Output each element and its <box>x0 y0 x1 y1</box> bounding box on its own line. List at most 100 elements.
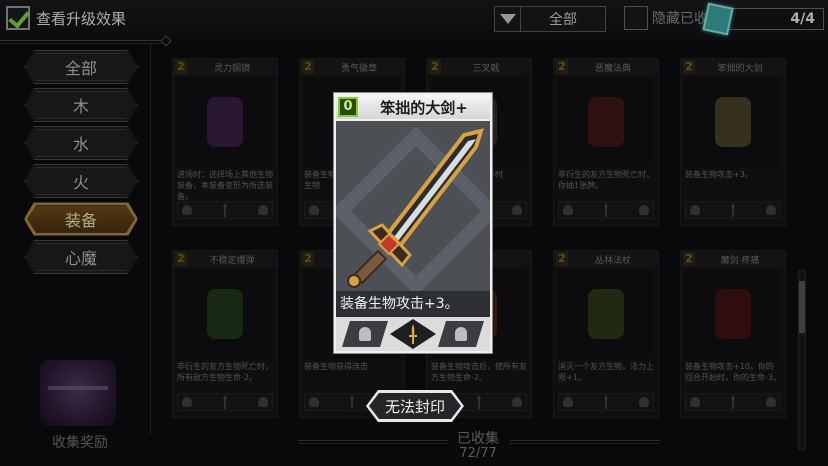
tab-label: 心魔 <box>64 249 97 268</box>
tab-water[interactable]: 水 <box>24 126 138 160</box>
card-tags <box>558 201 654 219</box>
card-name: 丛林法杖 <box>594 255 631 266</box>
detail-tags <box>336 317 490 351</box>
dagger-icon <box>731 203 735 217</box>
helmet-icon <box>342 321 388 347</box>
helmet-icon <box>309 205 319 215</box>
card-cost: 2 <box>683 60 695 74</box>
collected-count: 72/77 <box>459 446 497 461</box>
collection-card[interactable]: 2 灵力铜镜进场时：选择场上其他生物装备，本装备变形为所选装备。 <box>172 58 278 226</box>
hide-collected-toggle[interactable]: 隐藏已收 <box>624 6 708 30</box>
card-cost: 2 <box>175 252 187 266</box>
helmet-icon <box>258 397 268 407</box>
card-header: 2 三叉戟 <box>427 59 531 75</box>
helmet-icon <box>563 397 573 407</box>
card-art <box>558 77 654 167</box>
card-art <box>685 269 781 359</box>
card-cost: 2 <box>302 252 314 266</box>
card-art <box>685 77 781 167</box>
show-upgrade-toggle[interactable]: 查看升级效果 <box>6 6 126 30</box>
dagger-icon <box>477 395 481 409</box>
gem-icon <box>702 2 734 36</box>
helmet-icon <box>639 397 649 407</box>
card-art-icon <box>715 97 751 147</box>
card-description: 装备生物攻击+3。 <box>685 170 753 179</box>
dagger-icon <box>350 395 354 409</box>
dropdown-arrow-icon <box>495 7 521 31</box>
card-tags <box>558 393 654 411</box>
tab-inner-demon[interactable]: 心魔 <box>24 240 138 274</box>
top-divider <box>0 40 166 44</box>
hide-collected-label: 隐藏已收 <box>652 11 708 27</box>
tab-fire[interactable]: 火 <box>24 164 138 198</box>
card-art-icon <box>715 289 751 339</box>
helmet-icon <box>766 397 776 407</box>
card-cost: 2 <box>556 252 568 266</box>
card-detail[interactable]: 0 笨拙的大剑+ 装备生物攻击+3。 <box>333 92 493 354</box>
tab-equipment[interactable]: 装备 <box>24 202 138 236</box>
collection-card[interactable]: 2 丛林法杖消灭一个友方生物，法力上限+1。 <box>553 250 659 418</box>
card-art-icon <box>588 289 624 339</box>
tab-all[interactable]: 全部 <box>24 50 138 84</box>
top-bar: 查看升级效果 全部 隐藏已收 4/4 <box>0 0 828 40</box>
card-header: 2 勇气徽章 <box>300 59 404 75</box>
card-cost: 2 <box>302 60 314 74</box>
collected-label: 已收集 <box>457 431 499 447</box>
tab-wood[interactable]: 木 <box>24 88 138 122</box>
card-name: 魔剑·疼痛 <box>720 255 760 266</box>
card-name: 不稳定爆弹 <box>209 255 255 266</box>
card-tags <box>177 201 273 219</box>
card-description: 非衍生的友方生物死亡时，你抽1张牌。 <box>558 170 654 190</box>
card-name: 笨拙的大剑 <box>717 63 763 74</box>
category-tabs: 全部 木 水 火 装备 心魔 <box>24 50 140 278</box>
card-art-icon <box>207 97 243 147</box>
seal-button[interactable]: 无法封印 <box>366 390 464 422</box>
card-art <box>177 77 273 167</box>
tab-label: 装备 <box>64 211 97 230</box>
collection-card[interactable]: 2 恶魔法典 非衍生的友方生物死亡时，你抽1张牌。 <box>553 58 659 226</box>
scrollbar[interactable] <box>798 270 806 450</box>
helmet-icon <box>438 321 484 347</box>
card-name: 灵力铜镜 <box>213 63 250 74</box>
card-cost: 2 <box>683 252 695 266</box>
filter-dropdown[interactable]: 全部 <box>494 6 606 32</box>
card-header: 2 灵力铜镜 <box>173 59 277 75</box>
helmet-icon <box>309 397 319 407</box>
helmet-icon <box>563 205 573 215</box>
tab-label: 全部 <box>64 59 97 78</box>
card-cost: 2 <box>429 60 441 74</box>
detail-description: 装备生物攻击+3。 <box>336 291 490 317</box>
helmet-icon <box>690 397 700 407</box>
card-description: 非衍生的友方生物死亡时，所有敌方生物生命-2。 <box>177 362 273 382</box>
scroll-thumb[interactable] <box>799 281 805 333</box>
helmet-icon <box>258 205 268 215</box>
card-header: 2 笨拙的大剑 <box>681 59 785 75</box>
filter-value: 全部 <box>549 12 577 28</box>
helmet-icon <box>766 205 776 215</box>
tab-label: 木 <box>72 97 89 116</box>
collection-card[interactable]: 2 不稳定爆弹非衍生的友方生物死亡时，所有敌方生物生命-2。 <box>172 250 278 418</box>
reward-label: 收集奖励 <box>52 435 108 451</box>
upgrade-counter: 4/4 <box>702 2 824 36</box>
card-art <box>558 269 654 359</box>
detail-header: 0 笨拙的大剑+ <box>336 95 490 119</box>
show-upgrade-checkbox[interactable] <box>6 6 30 30</box>
detail-cost: 0 <box>338 97 358 117</box>
card-description: 装备生物攻击+10。你的回合开始时，你的生命-3。 <box>685 362 781 382</box>
greatsword-icon <box>347 128 484 288</box>
pager-line-left <box>298 440 448 444</box>
card-description: 消灭一个友方生物，法力上限+1。 <box>558 362 654 382</box>
collection-card[interactable]: 2 魔剑·疼痛装备生物攻击+10。你的回合开始时，你的生命-3。 <box>680 250 786 418</box>
card-name: 勇气徽章 <box>340 63 377 74</box>
dagger-icon <box>390 319 436 349</box>
reward-chest-icon[interactable] <box>40 360 116 426</box>
card-cost: 2 <box>175 60 187 74</box>
helmet-icon <box>182 397 192 407</box>
tab-label: 火 <box>72 173 89 192</box>
collection-card[interactable]: 2 笨拙的大剑装备生物攻击+3。 <box>680 58 786 226</box>
hide-collected-checkbox[interactable] <box>624 6 648 30</box>
card-description: 进场时：选择场上其他生物装备，本装备变形为所选装备。 <box>177 170 273 201</box>
helmet-icon <box>182 205 192 215</box>
card-tags <box>685 201 781 219</box>
helmet-icon <box>639 205 649 215</box>
